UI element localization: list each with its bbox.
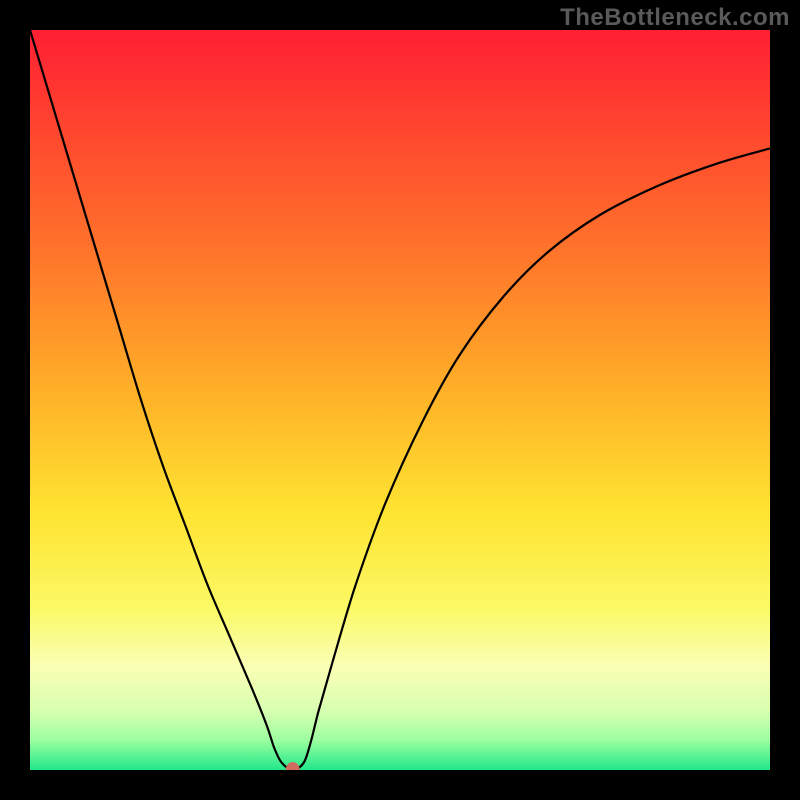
chart-frame: TheBottleneck.com: [0, 0, 800, 800]
chart-svg: [30, 30, 770, 770]
plot-area: [30, 30, 770, 770]
watermark-text: TheBottleneck.com: [560, 4, 790, 32]
